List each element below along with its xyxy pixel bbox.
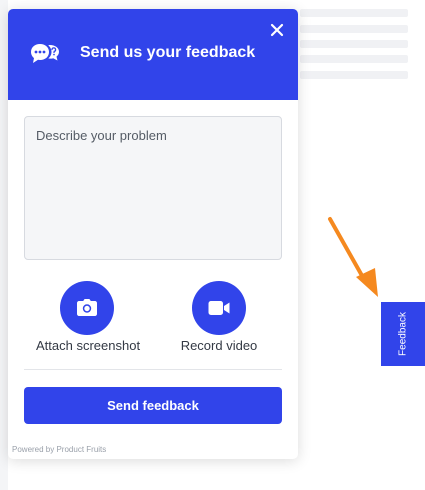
video-camera-icon bbox=[208, 301, 230, 315]
background-text-line bbox=[300, 71, 408, 79]
attach-screenshot-label: Attach screenshot bbox=[36, 338, 141, 353]
divider bbox=[24, 369, 282, 370]
record-video-button[interactable] bbox=[192, 281, 246, 335]
problem-description-input[interactable] bbox=[24, 116, 282, 260]
widget-header: Send us your feedback bbox=[8, 9, 298, 100]
feedback-tab[interactable]: Feedback bbox=[381, 302, 425, 366]
arrow-icon bbox=[328, 217, 378, 297]
attach-screenshot-button[interactable] bbox=[60, 281, 114, 335]
send-feedback-button[interactable]: Send feedback bbox=[24, 387, 282, 424]
record-video-label: Record video bbox=[180, 338, 258, 353]
close-icon[interactable] bbox=[270, 23, 284, 37]
background-left-strip bbox=[0, 0, 8, 490]
background-text-line bbox=[300, 9, 408, 17]
powered-by-text: Powered by Product Fruits bbox=[12, 445, 107, 454]
widget-title: Send us your feedback bbox=[80, 44, 256, 61]
camera-icon bbox=[77, 299, 97, 316]
background-text-line bbox=[300, 25, 408, 33]
chat-bubbles-icon bbox=[31, 44, 59, 63]
background-text-line bbox=[300, 40, 408, 48]
feedback-tab-label: Feedback bbox=[397, 312, 409, 356]
background-text-line bbox=[300, 55, 408, 63]
feedback-widget: Send us your feedback Attach screenshot … bbox=[8, 9, 298, 459]
